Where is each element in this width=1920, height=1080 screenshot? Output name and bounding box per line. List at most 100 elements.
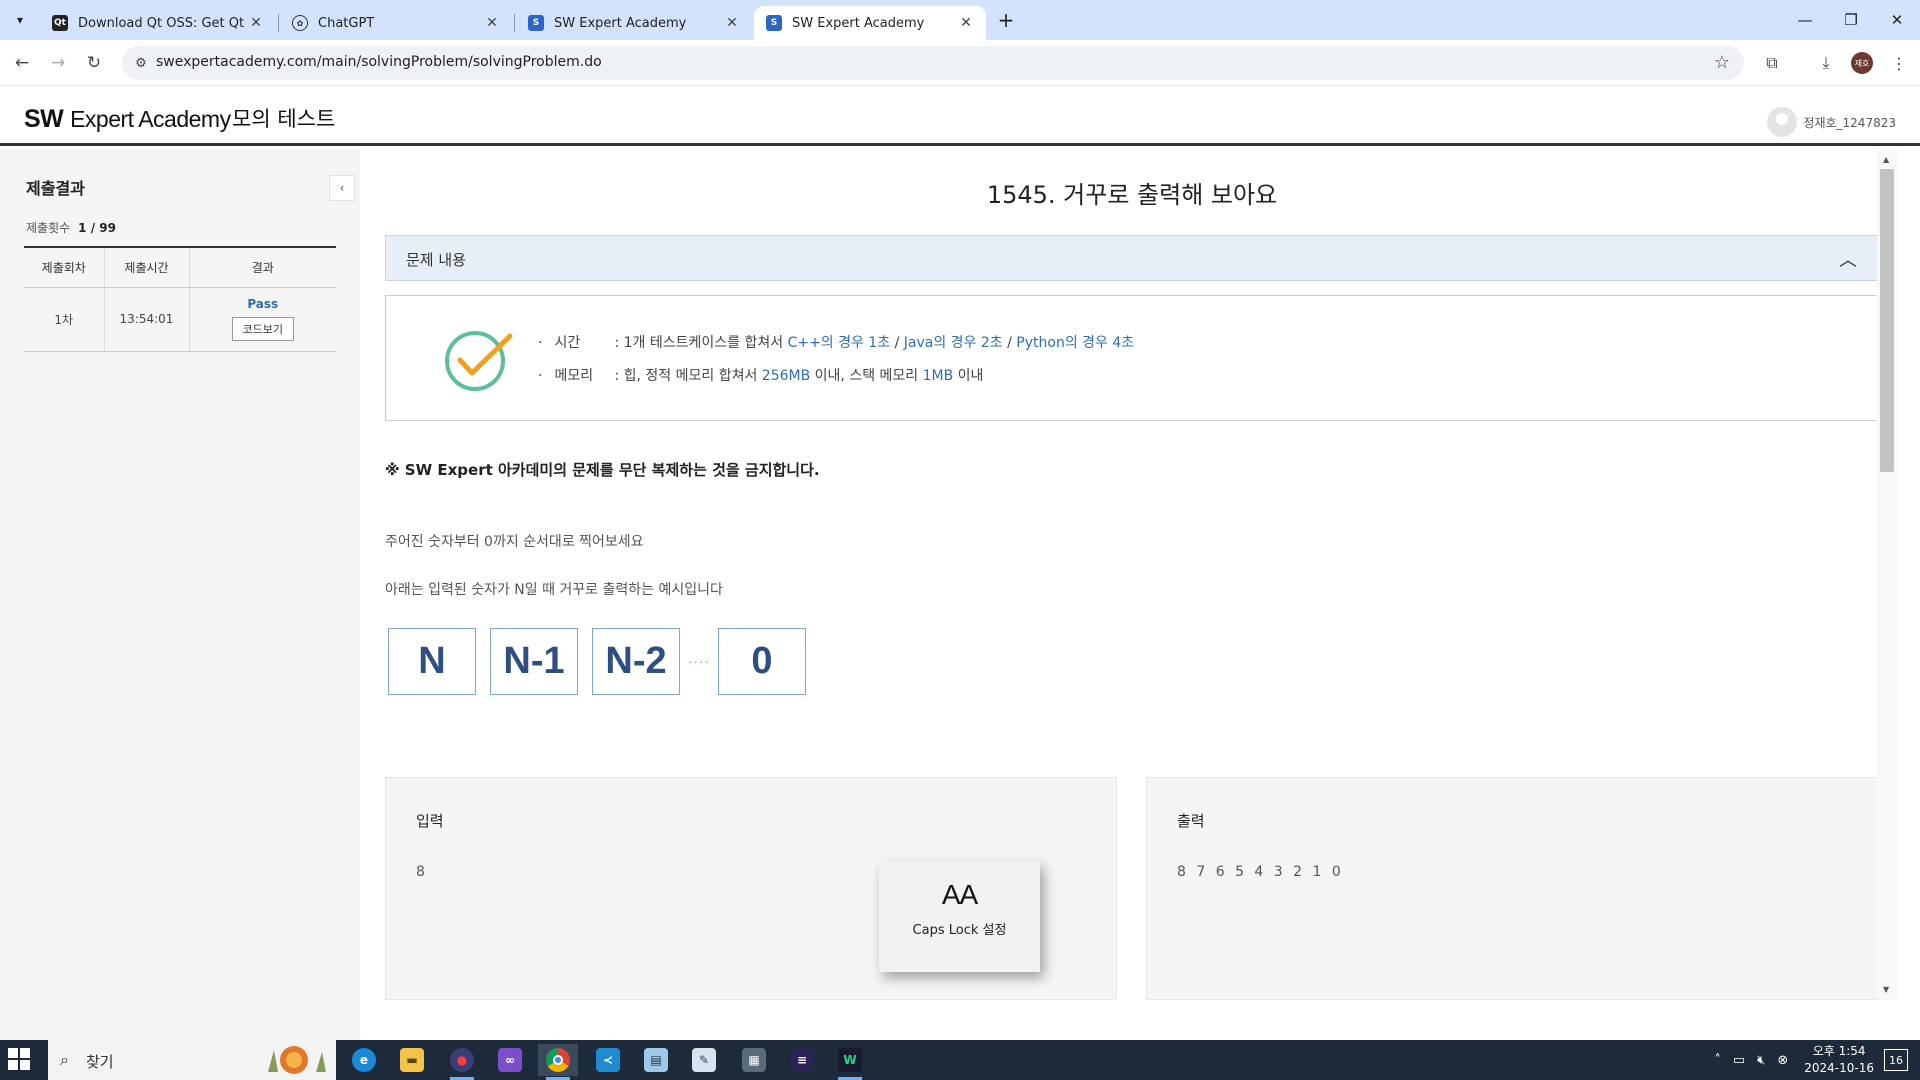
submission-count-value: 1 / 99: [78, 221, 116, 235]
input-label: 입력: [416, 812, 444, 830]
close-icon[interactable]: ✕: [724, 15, 740, 31]
time-java: Java의 경우 2초: [903, 335, 1003, 351]
taskbar-app-red[interactable]: ●: [442, 1044, 482, 1080]
tab-title: ChatGPT: [318, 15, 375, 31]
sequence-box: N-2: [592, 628, 680, 695]
browser-tab-swea-active[interactable]: S SW Expert Academy ✕: [754, 6, 986, 40]
input-value: 8: [416, 864, 428, 880]
output-value: 8 7 6 5 4 3 2 1 0: [1177, 864, 1344, 880]
network-icon[interactable]: ▭: [1733, 1053, 1745, 1068]
restore-icon: ❐: [1844, 11, 1858, 29]
browser-tab-chatgpt[interactable]: ✿ ChatGPT ✕: [280, 6, 512, 40]
collapse-panel-button[interactable]: ‹: [329, 175, 355, 201]
windows-taskbar: ⌕ 찾기 e ▬ ● ∞ ≺ ▤ ✎ ▦ ≡ W ˄ ▭ 🔇︎ ⊗ 오후 1:5…: [0, 1040, 1920, 1080]
tab-title: Download Qt OSS: Get Qt Onl: [78, 15, 248, 31]
site-logo[interactable]: SW Expert Academy: [24, 105, 231, 134]
scroll-up-icon[interactable]: ▲: [1883, 155, 1889, 164]
user-avatar-icon: [1767, 107, 1798, 137]
system-tray: ˄ ▭ 🔇︎ ⊗ 오후 1:54 2024-10-16 16: [1708, 1040, 1920, 1080]
submission-table: 제출회차 제출시간 결과 1차 13:54:01 Pass 코드보기: [24, 246, 336, 352]
taskbar-clock[interactable]: 오후 1:54 2024-10-16: [1804, 1043, 1874, 1077]
problem-content: 1545. 거꾸로 출력해 보아요 문제 내용 ︿ · 시간: 1개 테스트케이스…: [360, 149, 1904, 1000]
user-info[interactable]: 정재호_1247823: [1767, 107, 1896, 137]
clock-date: 2024-10-16: [1804, 1061, 1874, 1075]
submission-count: 제출횟수 1 / 99: [26, 219, 116, 236]
search-icon: ⌕: [60, 1050, 69, 1069]
time-prefix: : 1개 테스트케이스를 합쳐서: [614, 335, 784, 351]
page-title: 모의 테스트: [232, 107, 336, 131]
memory-limit-line: · 메모리: 힙, 정적 메모리 합쳐서 256MB 이내, 스택 메모리 1MB…: [538, 365, 983, 385]
taskbar-notepad[interactable]: ▤: [636, 1044, 676, 1076]
address-bar[interactable]: ⚙ swexpertacademy.com/main/solvingProble…: [122, 46, 1744, 80]
site-info-icon[interactable]: ⚙: [132, 54, 150, 72]
calculator-icon: ▦: [742, 1048, 766, 1072]
caps-lock-icon: AA: [941, 879, 978, 910]
chevron-left-icon: ‹: [339, 181, 345, 195]
notepad-icon: ▤: [644, 1048, 668, 1072]
restore-button[interactable]: ❐: [1828, 0, 1874, 40]
scroll-down-icon[interactable]: ▼: [1883, 985, 1889, 994]
qt-favicon-icon: Qt: [52, 15, 68, 31]
column-header: 제출시간: [103, 246, 189, 288]
taskbar-search[interactable]: ⌕ 찾기: [48, 1040, 336, 1080]
bullet-icon: ·: [538, 335, 543, 351]
forward-button[interactable]: →: [44, 49, 72, 77]
result-pass-link[interactable]: Pass: [190, 297, 337, 311]
minimize-icon: —: [1797, 11, 1813, 29]
close-icon[interactable]: ✕: [484, 15, 500, 31]
column-header: 결과: [188, 246, 336, 288]
separator-slash: /: [1007, 335, 1012, 351]
taskbar-file-explorer[interactable]: ▬: [392, 1044, 432, 1076]
chatgpt-favicon-icon: ✿: [292, 15, 308, 31]
memory-prefix: : 힙, 정적 메모리 합쳐서: [614, 368, 758, 384]
tab-separator: [278, 14, 279, 32]
taskbar-vscode[interactable]: ≺: [588, 1044, 628, 1076]
browser-tab-swea[interactable]: S SW Expert Academy ✕: [516, 6, 752, 40]
webstorm-icon: W: [838, 1048, 862, 1072]
copyright-notice: ※ SW Expert 아카데미의 문제를 무단 복제하는 것을 금지합니다.: [385, 461, 820, 479]
reload-button[interactable]: ↻: [80, 49, 108, 77]
taskbar-webstorm[interactable]: W: [830, 1044, 870, 1080]
memory-suffix: 이내: [957, 368, 984, 384]
visual-studio-icon: ∞: [498, 1048, 522, 1072]
more-menu-icon[interactable]: ⋮: [1885, 49, 1913, 77]
minimize-button[interactable]: —: [1782, 0, 1828, 40]
browser-tab-qt[interactable]: Qt Download Qt OSS: Get Qt Onl ✕: [40, 6, 276, 40]
status-x-icon[interactable]: ⊗: [1777, 1053, 1788, 1068]
new-tab-button[interactable]: +: [992, 6, 1020, 34]
notification-button[interactable]: 16: [1884, 1049, 1908, 1071]
view-code-button[interactable]: 코드보기: [231, 317, 294, 341]
taskbar-calculator[interactable]: ▦: [734, 1044, 774, 1076]
submission-panel: 제출결과 ‹ 제출횟수 1 / 99 제출회차 제출시간 결과 1차 13:54:…: [0, 149, 360, 1040]
taskbar-visual-studio[interactable]: ∞: [490, 1044, 530, 1076]
windows-start-icon[interactable]: [8, 1048, 32, 1072]
back-button[interactable]: ←: [8, 49, 36, 77]
taskbar-eclipse[interactable]: ≡: [782, 1044, 822, 1076]
volume-muted-icon[interactable]: 🔇︎: [1757, 1053, 1765, 1068]
submission-result-cell: Pass 코드보기: [188, 287, 337, 352]
taskbar-chrome[interactable]: [538, 1044, 578, 1080]
scroll-thumb[interactable]: [1880, 169, 1894, 472]
swea-favicon-icon: S: [766, 15, 782, 31]
memory-heap: 256MB: [761, 368, 811, 384]
taskbar-paint[interactable]: ✎: [684, 1044, 724, 1076]
browser-tabstrip: ▾ Qt Download Qt OSS: Get Qt Onl ✕ ✿ Cha…: [0, 0, 1920, 40]
tab-search-button[interactable]: ▾: [6, 6, 34, 34]
problem-content-accordion[interactable]: 문제 내용 ︿: [385, 235, 1878, 281]
submission-round: 1차: [24, 287, 104, 352]
close-window-button[interactable]: ✕: [1874, 0, 1920, 40]
chevron-up-icon[interactable]: ˄: [1714, 1053, 1721, 1068]
download-icon[interactable]: ⤓: [1812, 49, 1840, 77]
clock-time: 오후 1:54: [1812, 1044, 1866, 1058]
close-icon[interactable]: ✕: [958, 15, 974, 31]
taskbar-edge[interactable]: e: [344, 1044, 384, 1076]
taskbar-search-text: 찾기: [86, 1053, 114, 1071]
search-highlight-icon: [268, 1046, 326, 1074]
extensions-icon[interactable]: ⧉: [1758, 49, 1786, 77]
tab-separator: [514, 14, 515, 32]
close-icon[interactable]: ✕: [248, 15, 264, 31]
sequence-box: N: [388, 628, 476, 695]
profile-avatar[interactable]: 재호: [1851, 52, 1873, 74]
page-scrollbar[interactable]: ▲ ▼: [1877, 149, 1897, 1000]
bookmark-star-icon[interactable]: ☆: [1714, 52, 1730, 73]
